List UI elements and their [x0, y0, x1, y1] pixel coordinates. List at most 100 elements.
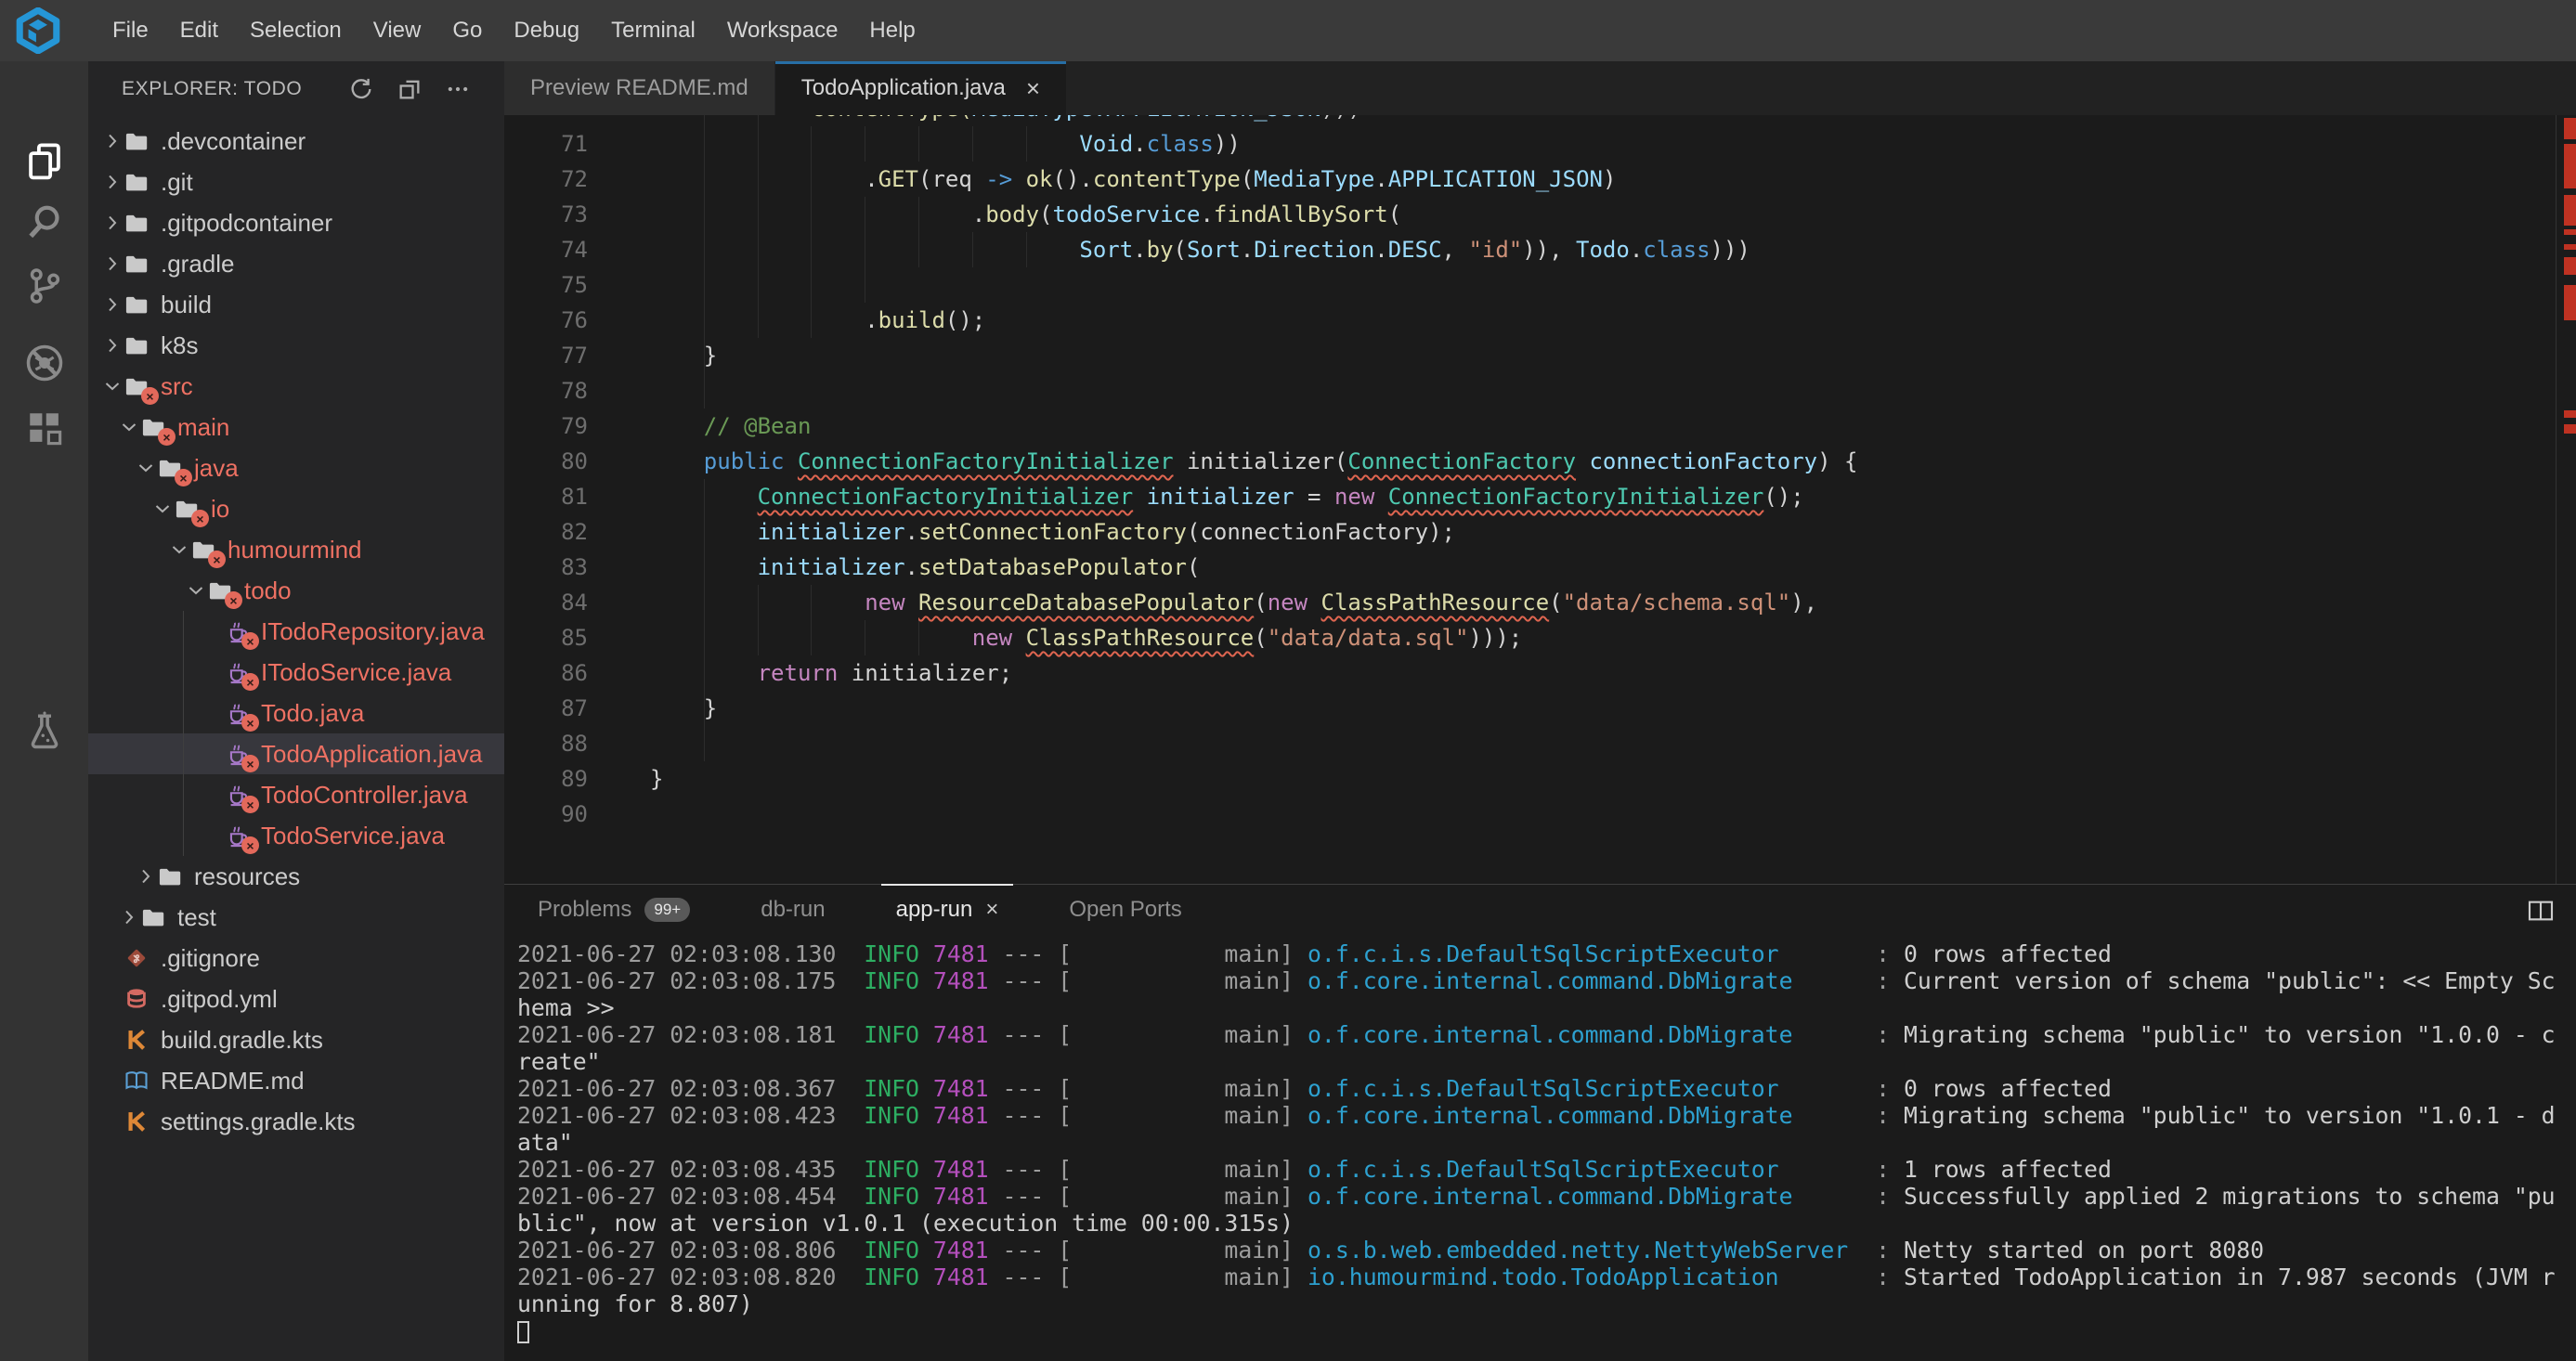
- tree-item-file[interactable]: ×ITodoRepository.java: [88, 611, 504, 652]
- debug-disabled-icon[interactable]: [25, 343, 64, 382]
- close-icon[interactable]: ×: [1026, 74, 1040, 103]
- code-line[interactable]: [650, 373, 2556, 408]
- panel-tab-app-run[interactable]: app-run ×: [881, 885, 1014, 935]
- panel-tab-problems[interactable]: Problems99+: [523, 885, 705, 935]
- tree-item-file[interactable]: settings.gradle.kts: [88, 1101, 504, 1142]
- source-control-icon[interactable]: [25, 266, 64, 305]
- extensions-icon[interactable]: [25, 408, 64, 447]
- code-line[interactable]: new ResourceDatabasePopulator(new ClassP…: [650, 585, 2556, 620]
- tree-item-label: build.gradle.kts: [161, 1026, 323, 1055]
- tree-item-folder[interactable]: .gitpodcontainer: [88, 202, 504, 243]
- chevron-right-icon[interactable]: [118, 906, 140, 928]
- split-panel-icon[interactable]: [2526, 896, 2556, 926]
- folder-icon: [140, 904, 168, 930]
- tree-item-folder[interactable]: resources: [88, 856, 504, 897]
- editor-tab[interactable]: TodoApplication.java×: [775, 61, 1066, 115]
- code-line-clipped: contentType(MediaType.APPLICATION_JSON))…: [650, 115, 2556, 126]
- code-line[interactable]: .build();: [650, 303, 2556, 338]
- editor-code-area[interactable]: contentType(MediaType.APPLICATION_JSON))…: [650, 115, 2556, 884]
- tree-item-file[interactable]: README.md: [88, 1060, 504, 1101]
- collapse-all-icon[interactable]: [397, 76, 423, 102]
- terminal-line: 2021-06-27 02:03:08.423 INFO 7481 --- [ …: [517, 1102, 2576, 1129]
- code-line[interactable]: [650, 797, 2556, 832]
- tree-item-folder[interactable]: ×src: [88, 366, 504, 407]
- indent-guide: [918, 126, 919, 162]
- refresh-icon[interactable]: [348, 76, 374, 102]
- code-line[interactable]: [650, 726, 2556, 761]
- code-line[interactable]: // @Bean: [650, 408, 2556, 444]
- code-line[interactable]: }: [650, 338, 2556, 373]
- overview-ruler[interactable]: [2556, 115, 2576, 884]
- menu-item-workspace[interactable]: Workspace: [711, 0, 854, 61]
- tree-item-folder[interactable]: .devcontainer: [88, 121, 504, 162]
- tree-item-folder[interactable]: test: [88, 897, 504, 938]
- menu-item-debug[interactable]: Debug: [498, 0, 595, 61]
- folder-icon: [124, 128, 151, 154]
- test-flask-icon[interactable]: [25, 711, 64, 750]
- chevron-right-icon[interactable]: [101, 130, 124, 152]
- menu-item-file[interactable]: File: [97, 0, 164, 61]
- tree-item-file[interactable]: ×TodoApplication.java: [88, 733, 504, 774]
- tree-item-file[interactable]: build.gradle.kts: [88, 1019, 504, 1060]
- code-line[interactable]: }: [650, 691, 2556, 726]
- menu-item-terminal[interactable]: Terminal: [595, 0, 711, 61]
- code-line[interactable]: Sort.by(Sort.Direction.DESC, "id")), Tod…: [650, 232, 2556, 267]
- code-editor[interactable]: 7172737475767778798081828384858687888990…: [504, 115, 2576, 884]
- tree-item-folder[interactable]: ×humourmind: [88, 529, 504, 570]
- chevron-down-icon[interactable]: [168, 538, 190, 561]
- editor-tab[interactable]: Preview README.md: [504, 61, 775, 115]
- code-line[interactable]: ConnectionFactoryInitializer initializer…: [650, 479, 2556, 514]
- tree-item-file[interactable]: ×Todo.java: [88, 693, 504, 733]
- tree-item-file[interactable]: ×TodoController.java: [88, 774, 504, 815]
- search-icon[interactable]: [25, 202, 64, 241]
- chevron-down-icon[interactable]: [101, 375, 124, 397]
- tree-item-folder[interactable]: .gradle: [88, 243, 504, 284]
- menu-item-help[interactable]: Help: [853, 0, 930, 61]
- chevron-right-icon[interactable]: [135, 865, 157, 888]
- code-line[interactable]: contentType(MediaType.APPLICATION_JSON))…: [650, 115, 2556, 126]
- code-line[interactable]: new ClassPathResource("data/data.sql")))…: [650, 620, 2556, 655]
- code-line[interactable]: return initializer;: [650, 655, 2556, 691]
- tree-item-file[interactable]: ×ITodoService.java: [88, 652, 504, 693]
- panel-tab-label: app-run: [896, 897, 973, 923]
- line-number: 88: [504, 726, 588, 761]
- code-line[interactable]: .GET(req -> ok().contentType(MediaType.A…: [650, 162, 2556, 197]
- chevron-right-icon[interactable]: [101, 212, 124, 234]
- tree-item-file[interactable]: .gitignore: [88, 938, 504, 979]
- folder-icon: [157, 863, 185, 889]
- tree-item-folder[interactable]: ×main: [88, 407, 504, 447]
- tree-item-file[interactable]: ×TodoService.java: [88, 815, 504, 856]
- code-line[interactable]: Void.class)): [650, 126, 2556, 162]
- code-line[interactable]: public ConnectionFactoryInitializer init…: [650, 444, 2556, 479]
- tree-item-folder[interactable]: k8s: [88, 325, 504, 366]
- terminal-output[interactable]: 2021-06-27 02:03:08.130 INFO 7481 --- [ …: [517, 940, 2576, 1361]
- chevron-right-icon[interactable]: [101, 253, 124, 275]
- tree-item-folder[interactable]: ×todo: [88, 570, 504, 611]
- menu-item-edit[interactable]: Edit: [164, 0, 234, 61]
- code-line[interactable]: initializer.setConnectionFactory(connect…: [650, 514, 2556, 550]
- chevron-down-icon[interactable]: [151, 498, 174, 520]
- tree-item-folder[interactable]: ×io: [88, 488, 504, 529]
- code-line[interactable]: .body(todoService.findAllBySort(: [650, 197, 2556, 232]
- chevron-down-icon[interactable]: [185, 579, 207, 602]
- panel-tab-db-run[interactable]: db-run: [746, 885, 839, 935]
- explorer-icon[interactable]: [25, 141, 64, 180]
- code-line[interactable]: }: [650, 761, 2556, 797]
- chevron-right-icon[interactable]: [101, 293, 124, 316]
- tree-item-folder[interactable]: build: [88, 284, 504, 325]
- chevron-down-icon[interactable]: [135, 457, 157, 479]
- code-line[interactable]: [650, 267, 2556, 303]
- close-icon[interactable]: ×: [985, 897, 998, 923]
- chevron-down-icon[interactable]: [118, 416, 140, 438]
- chevron-right-icon[interactable]: [101, 334, 124, 356]
- menu-item-view[interactable]: View: [358, 0, 437, 61]
- more-actions-icon[interactable]: [445, 76, 471, 102]
- code-line[interactable]: initializer.setDatabasePopulator(: [650, 550, 2556, 585]
- tree-item-file[interactable]: .gitpod.yml: [88, 979, 504, 1019]
- menu-item-selection[interactable]: Selection: [234, 0, 358, 61]
- panel-tab-open-ports[interactable]: Open Ports: [1054, 885, 1196, 935]
- tree-item-folder[interactable]: ×java: [88, 447, 504, 488]
- chevron-right-icon[interactable]: [101, 171, 124, 193]
- tree-item-folder[interactable]: .git: [88, 162, 504, 202]
- menu-item-go[interactable]: Go: [436, 0, 498, 61]
